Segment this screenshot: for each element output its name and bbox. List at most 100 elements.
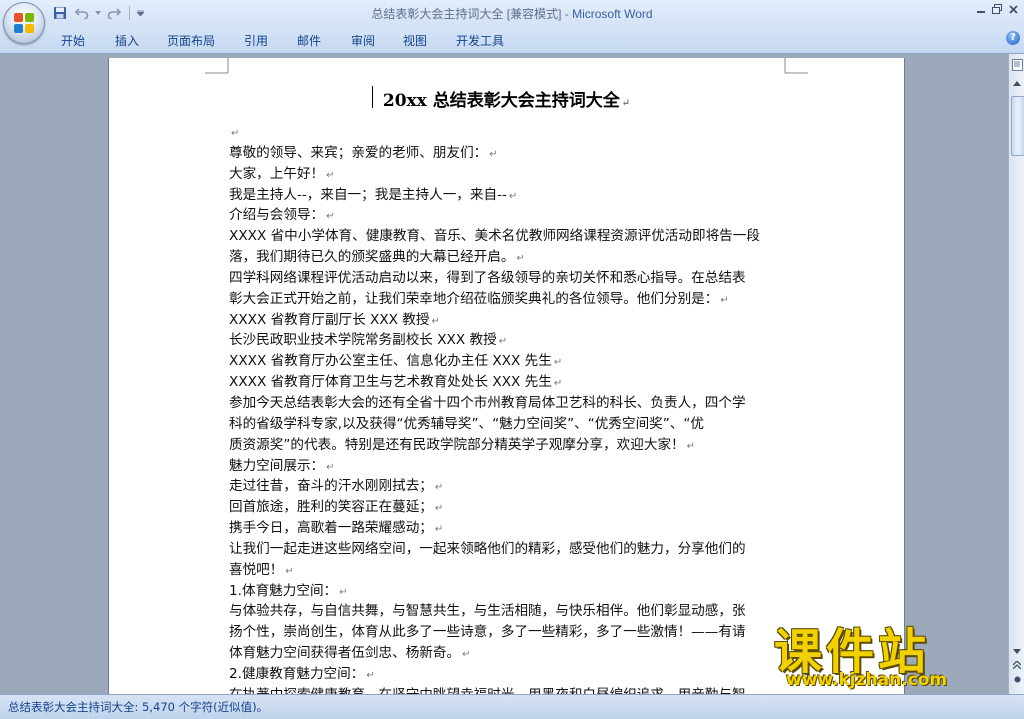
paragraph-text: 让我们一起走进这些网络空间，一起来领略他们的精彩，感受他们的魅力，分享他们的 xyxy=(229,540,746,557)
paragraph-mark: ↵ xyxy=(516,253,525,265)
tab-page-layout[interactable]: 页面布局 xyxy=(167,32,215,49)
paragraph-text: 我是主持人--，来自一；我是主持人一，来自-- xyxy=(229,186,507,203)
paragraph-line[interactable]: 回首旅途，胜利的笑容正在蔓延； ↵ xyxy=(229,497,789,518)
kjzhan-watermark-logo: 课件站 www.kjzhan.com xyxy=(768,612,1008,694)
paragraph-line[interactable]: 喜悦吧！ ↵ xyxy=(229,560,789,581)
paragraph-text: 与体验共存，与自信共舞，与智慧共生，与生活相随，与快乐相伴。他们彰显动感，张 xyxy=(229,603,746,620)
paragraph-mark: ↵ xyxy=(489,148,498,160)
watermark-url: www.kjzhan.com xyxy=(786,670,948,690)
paragraph-text: 扬个性，崇尚创生，体育从此多了一些诗意，多了一些精彩，多了一些激情！——有请 xyxy=(229,624,746,641)
minimize-icon[interactable] xyxy=(974,2,988,16)
paragraph-line[interactable]: 魅力空间展示： ↵ xyxy=(229,456,789,477)
tab-home[interactable]: 开始 xyxy=(61,32,85,49)
scroll-down-icon[interactable] xyxy=(1010,644,1024,658)
paragraph-mark: ↵ xyxy=(720,294,729,306)
paragraph-text: 尊敬的领导、来宾；亲爱的老师、朋友们： xyxy=(229,144,488,161)
document-body: ↵ 尊敬的领导、来宾；亲爱的老师、朋友们： ↵ 大家，上午好！ ↵ 我是主持人--，来自一… xyxy=(229,122,789,694)
paragraph-line[interactable]: 我是主持人--，来自一；我是主持人一，来自-- ↵ xyxy=(229,185,789,206)
paragraph-line[interactable]: 长沙民政职业技术学院常务副校长 XXX 教授 ↵ xyxy=(229,330,789,351)
paragraph-mark: ↵ xyxy=(326,169,335,181)
paragraph-line[interactable]: 让我们一起走进这些网络空间，一起来领略他们的精彩，感受他们的魅力，分享他们的 xyxy=(229,539,789,560)
paragraph-text: 四学科网络课程评优活动启动以来，得到了各级领导的亲切关怀和悉心指导。在总结表 xyxy=(229,269,746,286)
text-cursor xyxy=(372,86,373,108)
paragraph-mark: ↵ xyxy=(285,565,294,577)
paragraph-mark: ↵ xyxy=(326,461,335,473)
office-logo-icon xyxy=(14,13,34,33)
tab-developer[interactable]: 开发工具 xyxy=(456,32,504,49)
ribbon-tab-bar: 开始 插入 页面布局 引用 邮件 审阅 视图 开发工具 ? xyxy=(0,26,1024,54)
close-icon[interactable] xyxy=(1006,2,1020,16)
help-icon[interactable]: ? xyxy=(1006,31,1020,45)
paragraph-line[interactable]: 走过往昔，奋斗的汗水刚刚拭去； ↵ xyxy=(229,476,789,497)
crop-mark-right xyxy=(784,58,808,74)
window-controls xyxy=(974,2,1020,16)
paragraph-text: XXXX 省中小学体育、健康教育、音乐、美术名优教师网络课程资源评优活动即将告一… xyxy=(229,228,760,245)
restore-icon[interactable] xyxy=(990,2,1004,16)
crop-mark-left xyxy=(205,58,229,74)
paragraph-mark: ↵ xyxy=(339,586,348,598)
paragraph-text: 携手今日，高歌着一路荣耀感动； xyxy=(229,520,433,537)
paragraph-line[interactable]: XXXX 省教育厅副厅长 XXX 教授 ↵ xyxy=(229,310,789,331)
paragraph-mark: ↵ xyxy=(553,357,563,369)
paragraph-line[interactable]: XXXX 省中小学体育、健康教育、音乐、美术名优教师网络课程资源评优活动即将告一… xyxy=(229,226,789,247)
office-button[interactable] xyxy=(3,2,45,44)
paragraph-mark: ↵ xyxy=(434,524,444,536)
paragraph-line[interactable]: 四学科网络课程评优活动启动以来，得到了各级领导的亲切关怀和悉心指导。在总结表 xyxy=(229,268,789,289)
scroll-thumb[interactable] xyxy=(1011,96,1024,156)
paragraph-line[interactable]: 落，我们期待已久的颁奖盛典的大幕已经开启。 ↵ xyxy=(229,247,789,268)
paragraph-text: 彰大会正式开始之前，让我们荣幸地介绍莅临颁奖典礼的各位领导。他们分别是： xyxy=(229,290,719,307)
paragraph-text: XXXX 省教育厅体育卫生与艺术教育处处长 XXX 先生 xyxy=(229,374,552,391)
paragraph-line[interactable]: 大家，上午好！ ↵ xyxy=(229,164,789,185)
tab-review[interactable]: 审阅 xyxy=(351,32,375,49)
paragraph-text: 在执著中探索健康教育，在坚守中眺望幸福时光。用黑夜和白昼编织追求，用辛勤与智 xyxy=(229,687,746,694)
paragraph-line[interactable]: 体育魅力空间获得者伍剑忠、杨新奇。 ↵ xyxy=(229,643,789,664)
title-bar: 总结表彰大会主持词大全 [兼容模式] - Microsoft Word xyxy=(0,0,1024,26)
scroll-up-icon[interactable] xyxy=(1010,76,1024,90)
paragraph-line[interactable]: 彰大会正式开始之前，让我们荣幸地介绍莅临颁奖典礼的各位领导。他们分别是： ↵ xyxy=(229,289,789,310)
paragraph-mark: ↵ xyxy=(431,315,440,327)
paragraph-text: 介绍与会领导： xyxy=(229,207,325,224)
paragraph-text: 魅力空间展示： xyxy=(229,457,325,474)
paragraph-mark: ↵ xyxy=(434,503,444,515)
paragraph-line[interactable]: 携手今日，高歌着一路荣耀感动； ↵ xyxy=(229,518,789,539)
paragraph-line[interactable]: 1.体育魅力空间： ↵ xyxy=(229,581,789,602)
document-page[interactable]: 20xx 总结表彰大会主持词大全 ↵ ↵ 尊敬的领导、来宾；亲爱的老师、朋友们： ↵ 大… xyxy=(109,58,904,694)
tab-mailings[interactable]: 邮件 xyxy=(297,32,321,49)
paragraph-text: 科的省级学科专家,以及获得“优秀辅导奖”、“魅力空间奖”、“优秀空间奖”、“优 xyxy=(229,415,705,432)
paragraph-line[interactable]: 2.健康教育魅力空间： ↵ xyxy=(229,664,789,685)
paragraph-line[interactable]: 科的省级学科专家,以及获得“优秀辅导奖”、“魅力空间奖”、“优秀空间奖”、“优 xyxy=(229,414,789,435)
paragraph-line[interactable]: ↵ xyxy=(229,122,789,143)
paragraph-line[interactable]: 扬个性，崇尚创生，体育从此多了一些诗意，多了一些精彩，多了一些激情！——有请 xyxy=(229,622,789,643)
paragraph-line[interactable]: 在执著中探索健康教育，在坚守中眺望幸福时光。用黑夜和白昼编织追求，用辛勤与智 xyxy=(229,685,789,694)
status-bar: 总结表彰大会主持词大全: 5,470 个字符(近似值)。 xyxy=(0,694,1024,719)
document-heading: 20xx 总结表彰大会主持词大全 ↵ xyxy=(109,86,904,111)
paragraph-line[interactable]: 介绍与会领导： ↵ xyxy=(229,205,789,226)
paragraph-text: 参加今天总结表彰大会的还有全省十四个市州教育局体卫艺科的科长、负责人，四个学 xyxy=(229,394,746,411)
paragraph-text: 落，我们期待已久的颁奖盛典的大幕已经开启。 xyxy=(229,249,515,266)
paragraph-text: 2.健康教育魅力空间： xyxy=(229,665,365,682)
paragraph-mark: ↵ xyxy=(231,128,240,139)
paragraph-mark: ↵ xyxy=(553,378,563,390)
ruler-toggle-icon[interactable] xyxy=(1010,58,1024,72)
paragraph-mark: ↵ xyxy=(498,336,508,348)
paragraph-line[interactable]: 尊敬的领导、来宾；亲爱的老师、朋友们： ↵ xyxy=(229,143,789,164)
paragraph-line[interactable]: XXXX 省教育厅办公室主任、信息化办主任 XXX 先生 ↵ xyxy=(229,351,789,372)
paragraph-line[interactable]: 参加今天总结表彰大会的还有全省十四个市州教育局体卫艺科的科长、负责人，四个学 xyxy=(229,393,789,414)
select-browse-object-icon[interactable] xyxy=(1010,672,1024,686)
tab-view[interactable]: 视图 xyxy=(403,32,427,49)
vertical-scrollbar[interactable] xyxy=(1008,54,1024,694)
paragraph-line[interactable]: 与体验共存，与自信共舞，与智慧共生，与生活相随，与快乐相伴。他们彰显动感，张 xyxy=(229,601,789,622)
tab-references[interactable]: 引用 xyxy=(244,32,268,49)
paragraph-text: 大家，上午好！ xyxy=(229,165,325,182)
paragraph-mark: ↵ xyxy=(686,440,696,452)
paragraph-text: 质资源奖”的代表。特别是还有民政学院部分精英学子观摩分享，欢迎大家！ xyxy=(229,436,685,453)
paragraph-line[interactable]: XXXX 省教育厅体育卫生与艺术教育处处长 XXX 先生 ↵ xyxy=(229,372,789,393)
paragraph-text: 走过往昔，奋斗的汗水刚刚拭去； xyxy=(229,478,433,495)
tab-insert[interactable]: 插入 xyxy=(115,32,139,49)
previous-page-icon[interactable] xyxy=(1010,658,1024,672)
status-text: 总结表彰大会主持词大全: 5,470 个字符(近似值)。 xyxy=(8,700,269,714)
document-title-text: 总结表彰大会主持词大全 [兼容模式] - xyxy=(371,7,573,21)
paragraph-text: 喜悦吧！ xyxy=(229,561,284,578)
app-name: Microsoft Word xyxy=(572,7,653,21)
paragraph-line[interactable]: 质资源奖”的代表。特别是还有民政学院部分精英学子观摩分享，欢迎大家！ ↵ xyxy=(229,435,789,456)
